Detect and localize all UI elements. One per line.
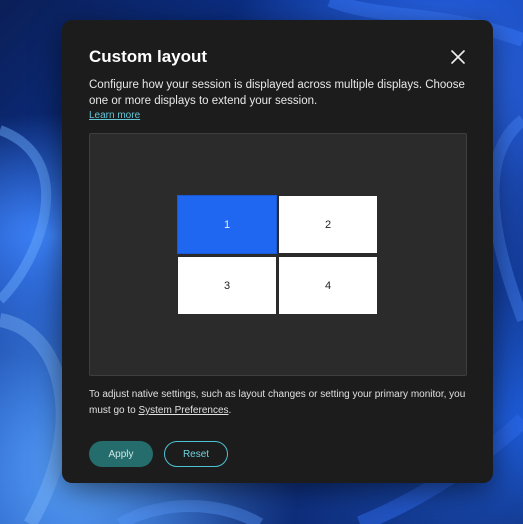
dialog-title: Custom layout <box>89 47 208 66</box>
display-grid: 1 2 3 4 <box>177 195 380 316</box>
display-tile-4[interactable]: 4 <box>278 256 378 315</box>
close-button[interactable] <box>447 46 469 68</box>
custom-layout-dialog: Custom layout Configure how your session… <box>62 20 493 483</box>
system-preferences-link[interactable]: System Preferences <box>138 405 228 416</box>
learn-more-link[interactable]: Learn more <box>89 110 140 121</box>
native-settings-note: To adjust native settings, such as layou… <box>89 387 474 419</box>
dialog-description: Configure how your session is displayed … <box>89 79 465 107</box>
display-tile-3[interactable]: 3 <box>177 256 277 315</box>
apply-button[interactable]: Apply <box>89 441 153 467</box>
display-tile-1[interactable]: 1 <box>177 195 277 254</box>
reset-button[interactable]: Reset <box>164 441 228 467</box>
note-suffix: . <box>228 405 232 416</box>
display-tile-2[interactable]: 2 <box>278 195 378 254</box>
close-icon <box>451 50 465 64</box>
display-layout-canvas: 1 2 3 4 <box>89 133 467 376</box>
